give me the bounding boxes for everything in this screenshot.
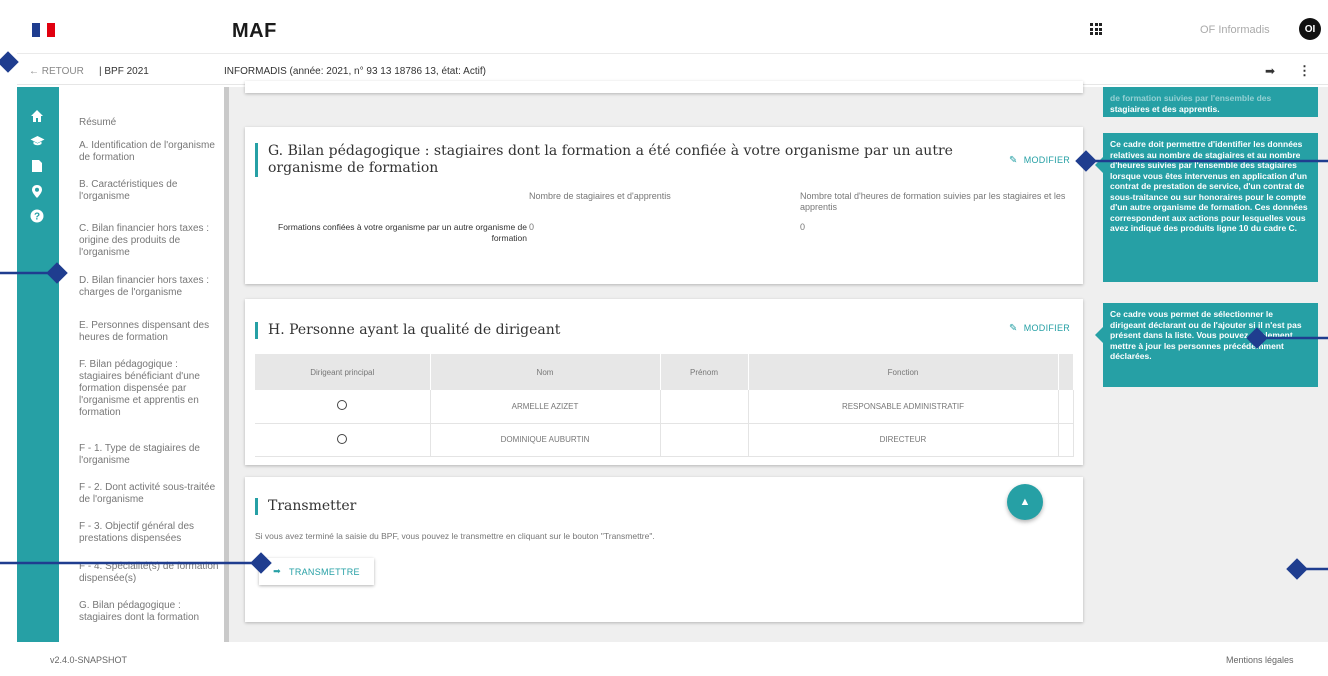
app-title: MAF: [232, 20, 277, 42]
graduation-cap-icon[interactable]: [29, 134, 45, 150]
cell-fonction: RESPONSABLE ADMINISTRATIF: [748, 390, 1059, 424]
breadcrumb: | BPF 2021: [99, 66, 149, 77]
cell-actions: [1058, 390, 1074, 424]
help-tip-f-partial: de formation suivies par l'ensemble des: [1110, 93, 1272, 103]
row-value-stagiaires: 0: [529, 222, 535, 232]
arrow-right-icon[interactable]: ➡: [1265, 64, 1275, 78]
help-tip-f-text: stagiaires et des apprentis.: [1110, 103, 1220, 114]
col-prenom: Prénom: [660, 354, 749, 390]
transmettre-button[interactable]: ➡ TRANSMETTRE: [259, 558, 374, 585]
main-content: G. Bilan pédagogique : stagiaires dont l…: [229, 81, 1095, 642]
principal-radio[interactable]: [337, 433, 348, 444]
help-tip-f: de formation suivies par l'ensemble des …: [1103, 87, 1318, 117]
nav-item-d[interactable]: D. Bilan financier hors taxes : charges …: [79, 275, 219, 299]
transmettre-title: Transmetter: [255, 498, 356, 515]
section-g-modify-button[interactable]: ✎ MODIFIER: [1009, 155, 1070, 166]
document-icon[interactable]: [29, 159, 45, 175]
previous-card: [245, 81, 1083, 93]
col-dirigeant-principal: Dirigeant principal: [255, 354, 431, 390]
nav-item-f3[interactable]: F - 3. Objectif général des prestations …: [79, 521, 219, 545]
col-fonction: Fonction: [748, 354, 1059, 390]
col-header-heures: Nombre total d'heures de formation suivi…: [800, 191, 1066, 212]
nav-item-f2[interactable]: F - 2. Dont activité sous-traitée de l'o…: [79, 482, 219, 506]
cell-nom: DOMINIQUE AUBURTIN: [430, 423, 661, 457]
help-panel: de formation suivies par l'ensemble des …: [1095, 87, 1328, 642]
section-h-title: H. Personne ayant la qualité de dirigean…: [255, 322, 560, 339]
row-value-heures: 0: [800, 222, 806, 232]
callout-marker-back: [0, 51, 19, 73]
section-h-card: H. Personne ayant la qualité de dirigean…: [245, 299, 1083, 465]
principal-radio[interactable]: [337, 400, 348, 411]
col-header-stagiaires: Nombre de stagiaires et d'apprentis: [529, 191, 671, 201]
help-tip-g: Ce cadre doit permettre d'identifier les…: [1095, 133, 1318, 282]
nav-item-f4[interactable]: F - 4. Spécialité(s) de formation dispen…: [79, 561, 219, 585]
cell-prenom: [660, 390, 749, 424]
user-avatar[interactable]: OI: [1299, 18, 1321, 40]
cell-prenom: [660, 423, 749, 457]
organisation-context: INFORMADIS (année: 2021, n° 93 13 18786 …: [224, 66, 486, 77]
nav-item-f1[interactable]: F - 1. Type de stagiaires de l'organisme: [79, 443, 219, 467]
arrow-right-icon: ➡: [273, 566, 282, 576]
modify-label: MODIFIER: [1023, 323, 1071, 333]
scroll-to-top-button[interactable]: ▲: [1007, 484, 1043, 520]
app-frame: MAF OF Informadis OI ← RETOUR | BPF 2021…: [17, 8, 1328, 676]
location-pin-icon[interactable]: [29, 184, 45, 200]
top-bar: MAF OF Informadis OI: [17, 8, 1328, 54]
table-row: DOMINIQUE AUBURTIN DIRECTEUR: [255, 423, 1074, 457]
nav-item-resume[interactable]: Résumé: [79, 117, 219, 129]
modify-label: MODIFIER: [1023, 155, 1071, 165]
transmettre-description: Si vous avez terminé la saisie du BPF, v…: [255, 531, 655, 541]
pencil-icon: ✎: [1009, 155, 1018, 166]
col-nom: Nom: [430, 354, 661, 390]
user-name[interactable]: OF Informadis: [1200, 24, 1270, 36]
section-g-card: G. Bilan pédagogique : stagiaires dont l…: [245, 127, 1083, 284]
nav-item-c[interactable]: C. Bilan financier hors taxes : origine …: [79, 223, 219, 259]
svg-text:?: ?: [34, 212, 40, 223]
nav-item-g[interactable]: G. Bilan pédagogique : stagiaires dont l…: [79, 600, 219, 624]
legal-mentions-link[interactable]: Mentions légales: [1226, 655, 1294, 665]
back-link[interactable]: ← RETOUR: [29, 66, 84, 77]
nav-item-a[interactable]: A. Identification de l'organisme de form…: [79, 140, 219, 164]
section-g-title: G. Bilan pédagogique : stagiaires dont l…: [255, 143, 985, 177]
pencil-icon: ✎: [1009, 323, 1018, 334]
row-label-formations: Formations confiées à votre organisme pa…: [278, 222, 527, 243]
table-row: ARMELLE AZIZET RESPONSABLE ADMINISTRATIF: [255, 390, 1074, 424]
help-icon[interactable]: ?: [29, 209, 45, 225]
transmettre-button-label: TRANSMETTRE: [289, 566, 360, 577]
section-h-modify-button[interactable]: ✎ MODIFIER: [1009, 323, 1070, 334]
icon-sidebar: ?: [17, 87, 59, 642]
app-version: v2.4.0-SNAPSHOT: [50, 655, 128, 665]
home-icon[interactable]: [29, 109, 45, 125]
cell-fonction: DIRECTEUR: [748, 423, 1059, 457]
more-vertical-icon[interactable]: ⋮: [1298, 63, 1311, 79]
col-actions: [1058, 354, 1074, 390]
cell-nom: ARMELLE AZIZET: [430, 390, 661, 424]
dirigeants-table: Dirigeant principal Nom Prénom Fonction …: [255, 354, 1074, 457]
nav-item-e[interactable]: E. Personnes dispensant des heures de fo…: [79, 320, 219, 344]
cell-actions: [1058, 423, 1074, 457]
nav-item-b[interactable]: B. Caractéristiques de l'organisme: [79, 179, 219, 203]
section-navigation: Résumé A. Identification de l'organisme …: [59, 87, 229, 642]
help-tip-h: Ce cadre vous permet de sélectionner le …: [1095, 303, 1318, 387]
footer: v2.4.0-SNAPSHOT Mentions légales: [17, 642, 1328, 676]
transmettre-card: Transmetter Si vous avez terminé la sais…: [245, 477, 1083, 622]
apps-grid-icon[interactable]: [1090, 23, 1102, 35]
chevron-up-icon: ▲: [1019, 496, 1031, 508]
marianne-logo: [32, 23, 56, 37]
nav-item-f[interactable]: F. Bilan pédagogique : stagiaires bénéfi…: [79, 359, 219, 419]
